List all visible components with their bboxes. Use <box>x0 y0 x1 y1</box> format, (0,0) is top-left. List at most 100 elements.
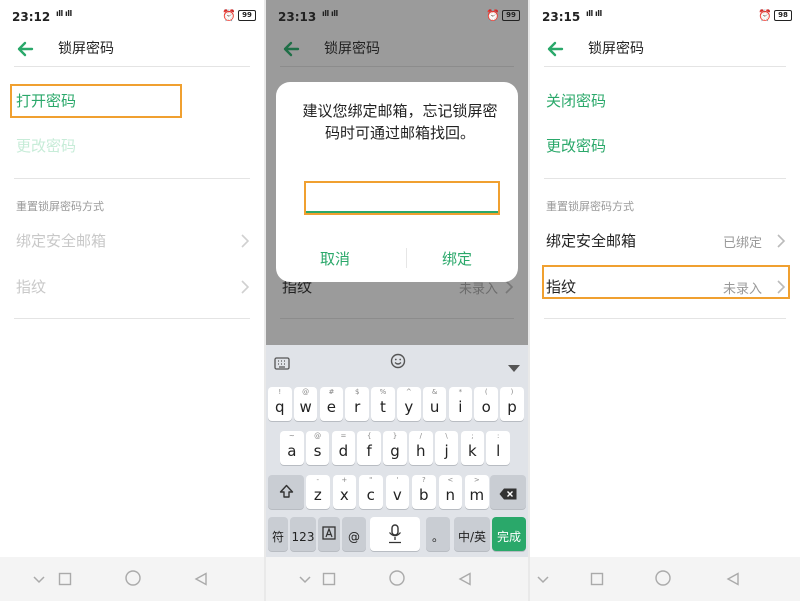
key-w[interactable]: @ w <box>293 387 318 421</box>
key-t[interactable]: % t <box>371 387 395 421</box>
battery-icon: 98 <box>774 10 792 21</box>
key-i[interactable]: * i <box>448 387 473 421</box>
status-time: 23:15 <box>542 10 581 24</box>
nav-menu-icon[interactable] <box>32 571 46 590</box>
status-time: 23:12 <box>12 10 51 24</box>
emoji-icon[interactable] <box>390 353 406 373</box>
number-key[interactable]: 123 <box>290 517 316 551</box>
key-k[interactable]: ; k <box>460 431 485 465</box>
key-x[interactable]: + x <box>332 475 357 509</box>
nav-bar <box>0 557 264 601</box>
key-v[interactable]: ' v <box>385 475 410 509</box>
section-header: 重置锁屏密码方式 <box>16 200 104 213</box>
at-key[interactable]: @ <box>342 517 366 551</box>
nav-recent-icon[interactable] <box>58 571 72 590</box>
nav-bar <box>530 557 800 601</box>
key-y[interactable]: ^ y <box>397 387 421 421</box>
nav-recent-icon[interactable] <box>590 571 604 590</box>
email-input[interactable] <box>304 181 500 215</box>
battery-icon: 99 <box>238 10 256 21</box>
cancel-button[interactable]: 取消 <box>320 248 350 269</box>
key-p[interactable]: ) p <box>500 387 524 421</box>
signal-icon: ıll ıll <box>56 9 72 18</box>
chevron-right-icon <box>241 279 250 294</box>
status-bar: 23:13 ıll ıll ⏰ 99 <box>266 0 528 32</box>
app-header: 锁屏密码 <box>0 32 264 66</box>
keyboard-icon[interactable] <box>274 355 290 374</box>
key-j[interactable]: \ j <box>434 431 459 465</box>
email-status: 已绑定 <box>722 236 762 251</box>
nav-home-icon[interactable] <box>388 569 406 591</box>
screen-after: 23:15 ıll ıll ⏰ 98 锁屏密码 关闭密码 更改密码 重置锁屏密码… <box>530 0 800 601</box>
key-l[interactable]: :l <box>486 431 510 465</box>
key-s[interactable]: @ s <box>305 431 330 465</box>
bind-email-dialog: 建议您绑定邮箱，忘记锁屏密码时可通过邮箱找回。 取消 绑定 <box>276 82 518 282</box>
close-password-item[interactable]: 关闭密码 <box>546 90 606 111</box>
nav-menu-icon[interactable] <box>536 571 550 590</box>
key-u[interactable]: & u <box>422 387 447 421</box>
key-h[interactable]: / h <box>409 431 433 465</box>
bind-email-row[interactable]: 绑定安全邮箱 <box>16 230 106 251</box>
nav-back-icon[interactable] <box>726 571 740 590</box>
key-c[interactable]: " c <box>359 475 383 509</box>
symbol-key[interactable]: 符 <box>268 517 288 551</box>
divider <box>544 66 786 67</box>
change-password-item[interactable]: 更改密码 <box>546 135 606 156</box>
back-arrow-icon[interactable] <box>14 38 36 60</box>
page-title: 锁屏密码 <box>588 41 644 57</box>
key-z[interactable]: -z <box>306 475 330 509</box>
open-password-item[interactable]: 打开密码 <box>16 90 76 111</box>
keyboard-toolbar <box>266 345 528 381</box>
key-r[interactable]: $ r <box>345 387 369 421</box>
chevron-right-icon <box>241 233 250 248</box>
keyboard-switch-key[interactable] <box>318 517 340 551</box>
signal-icon: ıll ıll <box>322 9 338 18</box>
keyboard-collapse-icon[interactable] <box>508 358 520 377</box>
key-o[interactable]: (o <box>474 387 498 421</box>
back-arrow-icon[interactable] <box>280 38 302 60</box>
nav-menu-icon[interactable] <box>298 571 312 590</box>
nav-back-icon[interactable] <box>458 571 472 590</box>
change-password-item[interactable]: 更改密码 <box>16 135 76 156</box>
shift-key[interactable] <box>268 475 304 509</box>
key-q[interactable]: ! q <box>268 387 292 421</box>
page-title: 锁屏密码 <box>324 41 380 57</box>
status-bar: 23:12 ıll ıll ⏰ 99 <box>0 0 264 32</box>
keyboard: ! q @ w # e $ r% t ^ y & u * i(o) p ~ a @ s = d{f} g / h \ j; k: l … <box>266 345 528 557</box>
button-separator <box>406 248 407 268</box>
screen-dialog: 23:13 ıll ıll ⏰ 99 锁屏密码 指纹 未录入 建议您绑定邮箱，忘… <box>266 0 528 601</box>
language-switch-key[interactable]: 中/英 <box>454 517 490 551</box>
bind-button[interactable]: 绑定 <box>442 248 472 269</box>
period-key[interactable]: 。 <box>426 517 450 551</box>
bind-email-row[interactable]: 绑定安全邮箱 <box>546 230 636 251</box>
divider <box>14 318 250 319</box>
done-key[interactable]: 完成 <box>492 517 526 551</box>
backspace-key[interactable] <box>490 475 526 509</box>
key-n[interactable]: < n <box>438 475 463 509</box>
fingerprint-row[interactable]: 指纹 <box>16 276 46 297</box>
fingerprint-row[interactable]: 指纹 <box>546 276 576 297</box>
key-a[interactable]: ~ a <box>280 431 304 465</box>
key-e[interactable]: # e <box>319 387 344 421</box>
app-header: 锁屏密码 <box>530 32 800 66</box>
nav-bar <box>266 557 528 601</box>
divider <box>280 318 514 319</box>
nav-home-icon[interactable] <box>654 569 672 591</box>
section-header: 重置锁屏密码方式 <box>546 200 634 213</box>
battery-icon: 99 <box>502 10 520 21</box>
key-f[interactable]: {f <box>357 431 381 465</box>
app-header: 锁屏密码 <box>266 32 528 66</box>
divider <box>544 178 786 179</box>
status-bar: 23:15 ıll ıll ⏰ 98 <box>530 0 800 32</box>
back-arrow-icon[interactable] <box>544 38 566 60</box>
key-b[interactable]: ? b <box>412 475 436 509</box>
key-g[interactable]: } g <box>383 431 407 465</box>
divider <box>14 66 250 67</box>
fingerprint-status: 未录入 <box>722 282 762 297</box>
nav-back-icon[interactable] <box>194 571 208 590</box>
key-m[interactable]: > m <box>465 475 489 509</box>
nav-home-icon[interactable] <box>124 569 142 591</box>
nav-recent-icon[interactable] <box>322 571 336 590</box>
space-voice-key[interactable] <box>370 517 420 551</box>
key-d[interactable]: = d <box>331 431 356 465</box>
